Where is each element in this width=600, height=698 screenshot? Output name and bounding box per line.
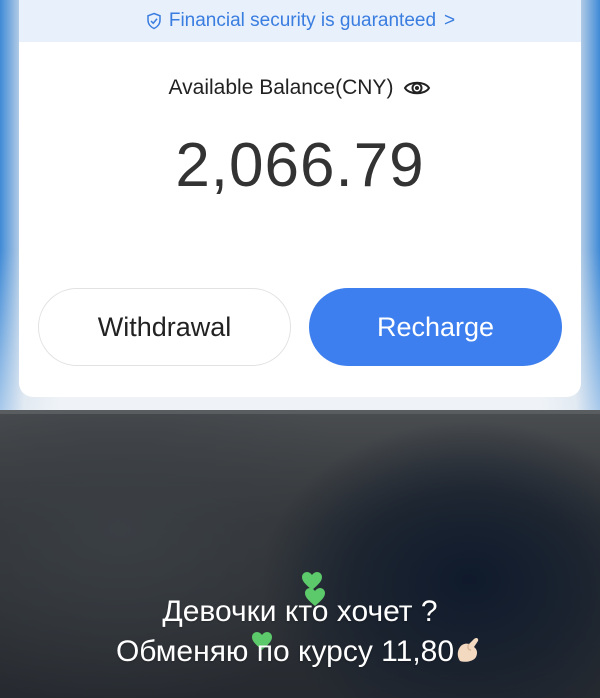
withdrawal-button[interactable]: Withdrawal bbox=[38, 288, 291, 366]
pinching-hand-icon bbox=[457, 637, 479, 662]
caption-line-2: Обменяю по курсу 11,80 bbox=[0, 635, 600, 669]
caption-line-2-text: Обменяю по курсу 11,80 bbox=[115, 635, 455, 668]
shield-check-icon bbox=[147, 12, 161, 30]
eye-icon[interactable] bbox=[403, 78, 431, 98]
chevron-right-icon: > bbox=[444, 10, 456, 31]
wallet-card: Financial security is guaranteed > Avail… bbox=[19, 0, 581, 397]
recharge-button[interactable]: Recharge bbox=[309, 288, 562, 366]
security-banner-text: Financial security is guaranteed bbox=[168, 10, 437, 31]
divider bbox=[0, 410, 600, 414]
balance-label-row: Available Balance(CNY) bbox=[19, 76, 581, 100]
balance-amount: 2,066.79 bbox=[175, 131, 425, 200]
security-banner[interactable]: Financial security is guaranteed > bbox=[19, 0, 581, 42]
caption-line-1: Девочки кто хочет ? bbox=[162, 595, 438, 628]
balance-label: Available Balance(CNY) bbox=[168, 76, 394, 99]
